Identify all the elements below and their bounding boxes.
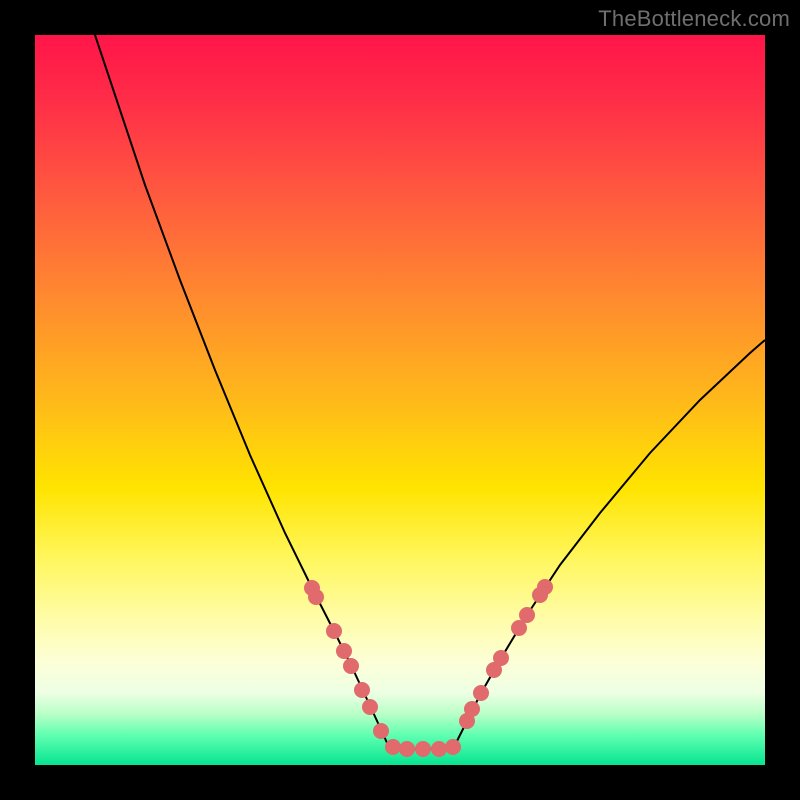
highlight-dot (343, 658, 359, 674)
highlight-dot (354, 682, 370, 698)
highlight-dot (308, 589, 324, 605)
highlight-dot (373, 723, 389, 739)
highlight-dot (336, 643, 352, 659)
highlight-dot (385, 739, 401, 755)
dots-group (304, 579, 553, 757)
highlight-dot (431, 741, 447, 757)
highlight-dot (445, 739, 461, 755)
highlight-dot (473, 685, 489, 701)
curve-left (95, 35, 388, 745)
watermark-text: TheBottleneck.com (598, 6, 790, 32)
highlight-dot (415, 741, 431, 757)
curve-right (455, 340, 765, 745)
curve-svg (35, 35, 765, 765)
highlight-dot (326, 623, 342, 639)
highlight-dot (537, 579, 553, 595)
highlight-dot (464, 701, 480, 717)
highlight-dot (519, 607, 535, 623)
highlight-dot (399, 741, 415, 757)
highlight-dot (362, 699, 378, 715)
chart-frame: TheBottleneck.com (0, 0, 800, 800)
plot-area (35, 35, 765, 765)
highlight-dot (493, 650, 509, 666)
